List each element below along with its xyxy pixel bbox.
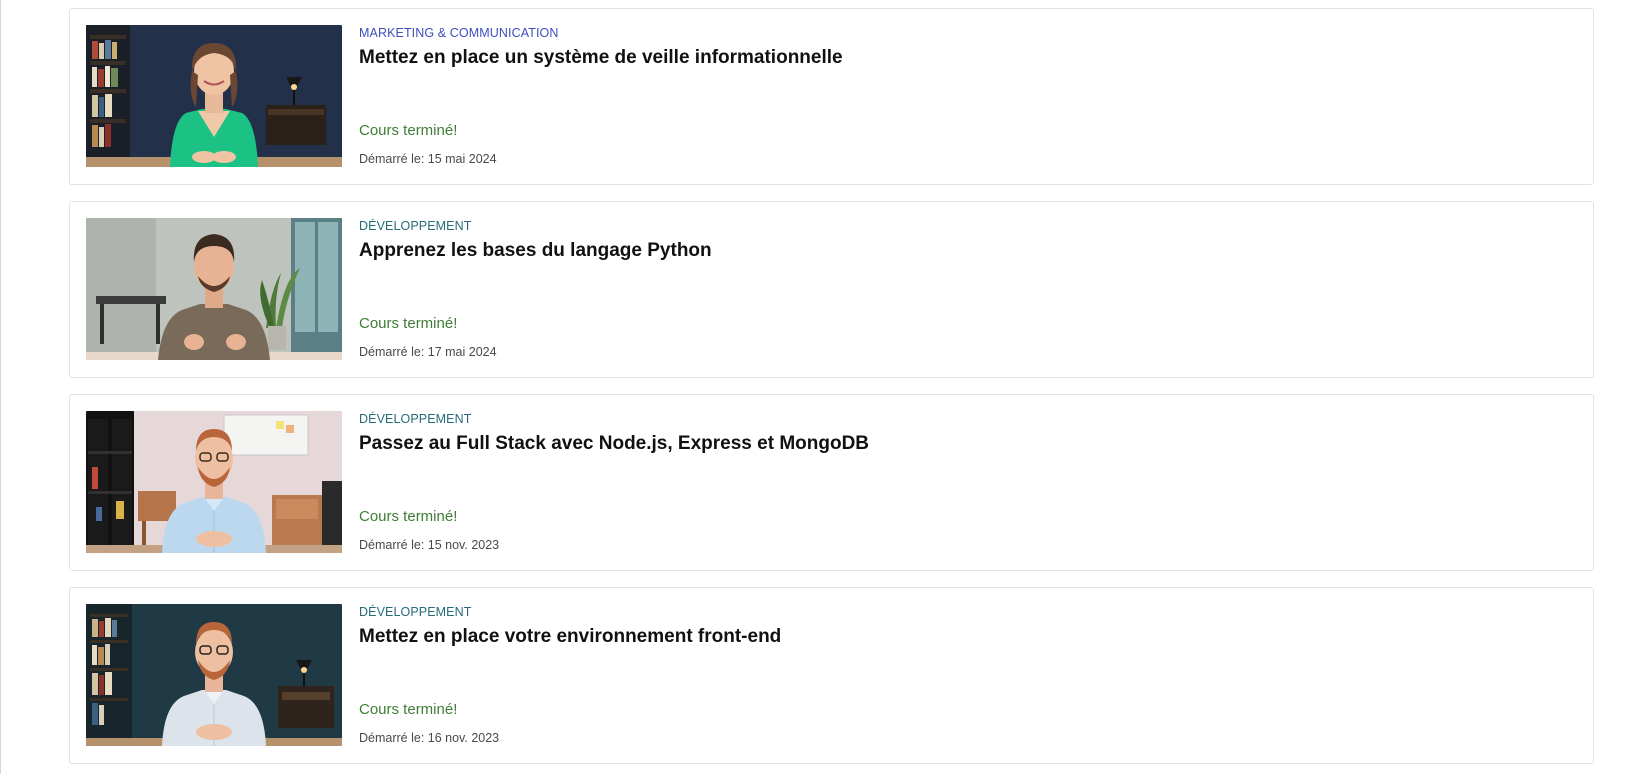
course-title[interactable]: Apprenez les bases du langage Python (359, 239, 1573, 263)
course-card[interactable]: Développement Apprenez les bases du lang… (69, 201, 1594, 378)
course-thumbnail[interactable] (86, 218, 342, 360)
course-list: Marketing & Communication Mettez en plac… (69, 8, 1594, 780)
instructor-photo-image (86, 411, 342, 553)
course-status: Cours terminé! (359, 701, 458, 718)
page-left-border (0, 0, 1, 774)
course-start-date: Démarré le: 15 nov. 2023 (359, 538, 500, 552)
course-title[interactable]: Mettez en place un système de veille inf… (359, 46, 1573, 70)
course-title[interactable]: Mettez en place votre environnement fron… (359, 625, 1573, 649)
course-info: Marketing & Communication Mettez en plac… (359, 25, 1573, 166)
course-info: Développement Apprenez les bases du lang… (359, 218, 1573, 359)
course-status: Cours terminé! (359, 315, 458, 332)
course-category[interactable]: Développement (359, 604, 1573, 620)
course-start-date: Démarré le: 17 mai 2024 (359, 345, 497, 359)
course-info: Développement Passez au Full Stack avec … (359, 411, 1573, 552)
course-card[interactable]: Développement Passez au Full Stack avec … (69, 394, 1594, 571)
instructor-photo-image (86, 604, 342, 746)
instructor-photo-image (86, 25, 342, 167)
course-status: Cours terminé! (359, 122, 458, 139)
course-thumbnail[interactable] (86, 604, 342, 746)
course-card[interactable]: Marketing & Communication Mettez en plac… (69, 8, 1594, 185)
course-start-date: Démarré le: 15 mai 2024 (359, 152, 497, 166)
course-info: Développement Mettez en place votre envi… (359, 604, 1573, 745)
course-start-date: Démarré le: 16 nov. 2023 (359, 731, 500, 745)
instructor-photo-image (86, 218, 342, 360)
course-title[interactable]: Passez au Full Stack avec Node.js, Expre… (359, 432, 1573, 456)
course-card[interactable]: Développement Mettez en place votre envi… (69, 587, 1594, 764)
course-category[interactable]: Développement (359, 218, 1573, 234)
course-category[interactable]: Marketing & Communication (359, 25, 1573, 41)
course-category[interactable]: Développement (359, 411, 1573, 427)
course-thumbnail[interactable] (86, 411, 342, 553)
course-thumbnail[interactable] (86, 25, 342, 167)
course-status: Cours terminé! (359, 508, 458, 525)
